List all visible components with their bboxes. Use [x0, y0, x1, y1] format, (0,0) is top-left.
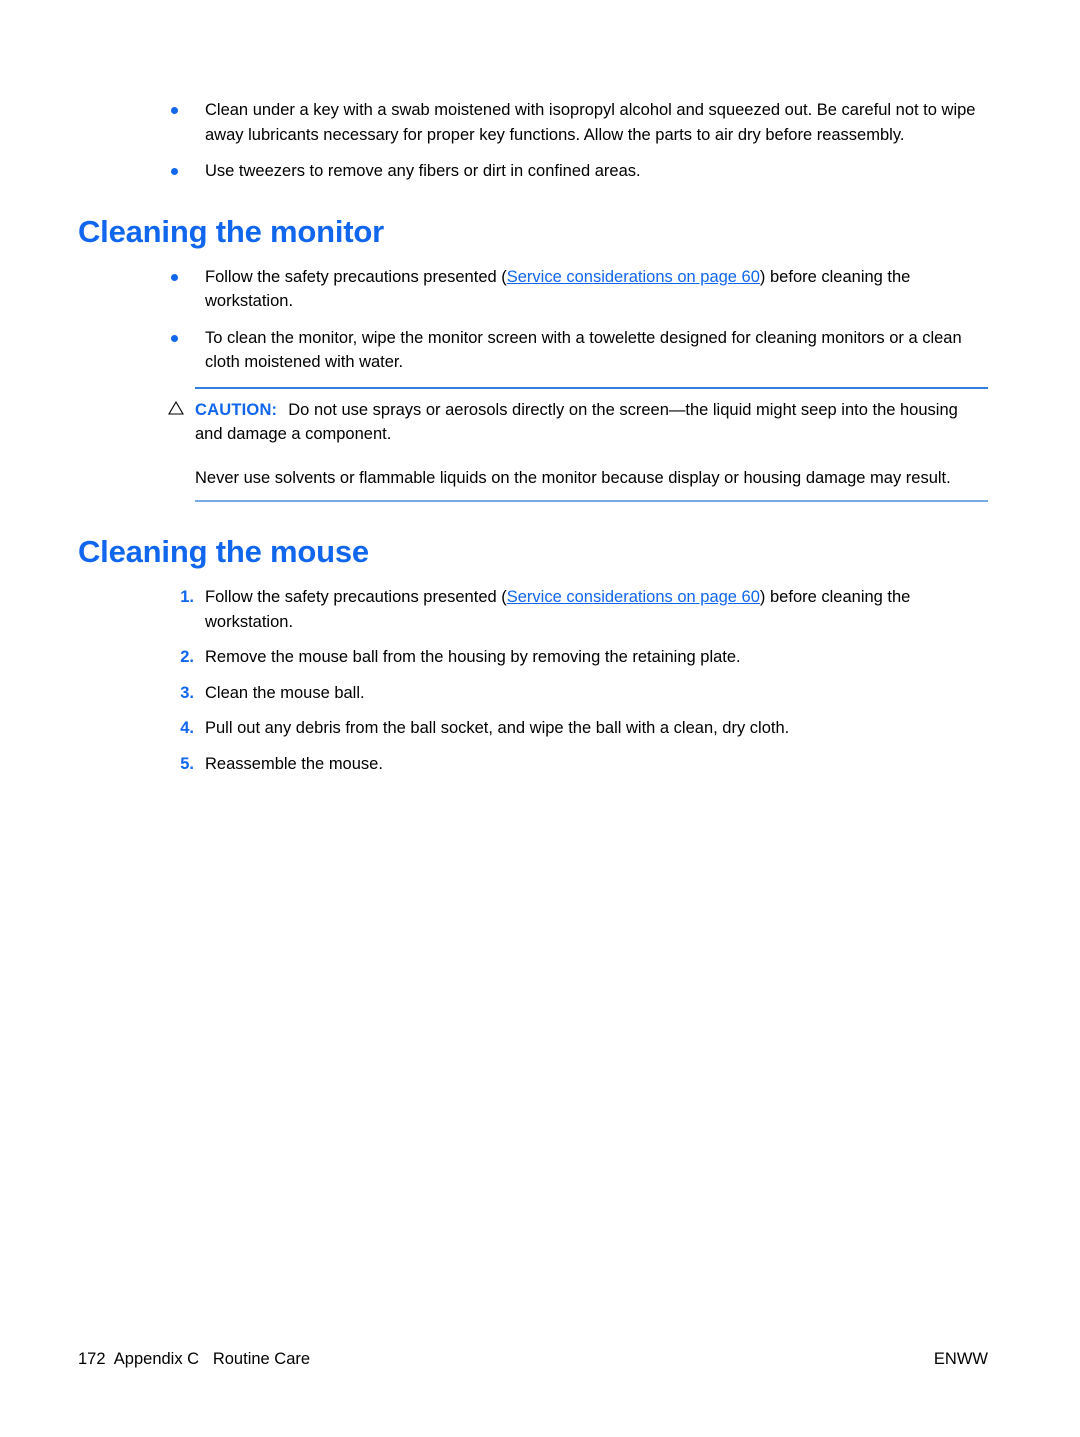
list-item-text: Reassemble the mouse. — [205, 754, 383, 773]
list-item-text-before-link: Follow the safety precautions presented … — [205, 267, 507, 286]
list-item-text: Clean under a key with a swab moistened … — [205, 101, 976, 144]
list-item-number: 4. — [180, 719, 194, 737]
list-item: 5. Reassemble the mouse. — [78, 752, 988, 777]
caution-label: CAUTION: — [195, 400, 278, 419]
list-item-text-before-link: Follow the safety precautions presented … — [205, 588, 507, 606]
bullet-dot-icon — [171, 334, 178, 342]
caution-admonition: CAUTION: Do not use sprays or aerosols di… — [168, 386, 988, 502]
list-item-number: 1. — [180, 588, 194, 606]
list-item-number: 2. — [180, 648, 194, 666]
page-content: Clean under a key with a swab moistened … — [78, 98, 988, 776]
list-item: To clean the monitor, wipe the monitor s… — [78, 326, 988, 375]
list-item: Clean under a key with a swab moistened … — [78, 98, 988, 147]
warning-triangle-icon — [168, 400, 184, 415]
list-item-number: 3. — [180, 683, 194, 702]
caution-body: CAUTION: Do not use sprays or aerosols di… — [195, 398, 988, 491]
bullet-dot-icon — [171, 168, 178, 175]
caution-paragraph-1: CAUTION: Do not use sprays or aerosols di… — [195, 398, 988, 447]
cross-reference-link[interactable]: Service considerations on page 60 — [507, 588, 760, 606]
page-footer: 172 Appendix C Routine Care ENWW — [78, 1348, 988, 1370]
section-heading-cleaning-the-monitor: Cleaning the monitor — [78, 213, 385, 249]
list-item-text: Pull out any debris from the ball socket… — [205, 719, 790, 737]
footer-breadcrumb: 172 Appendix C Routine Care — [78, 1350, 311, 1368]
list-item-text: Remove the mouse ball from the housing b… — [205, 648, 741, 666]
list-item-text: Clean the mouse ball. — [205, 683, 365, 702]
cross-reference-link[interactable]: Service considerations on page 60 — [507, 268, 760, 286]
list-item: Follow the safety precautions presented … — [78, 265, 988, 314]
monitor-bullet-list: Follow the safety precautions presented … — [78, 265, 988, 375]
list-item: 4. Pull out any debris from the ball soc… — [78, 716, 988, 741]
document-page: Clean under a key with a swab moistened … — [0, 0, 1080, 1437]
intro-bullet-list: Clean under a key with a swab moistened … — [78, 98, 988, 184]
caution-paragraph-2: Never use solvents or flammable liquids … — [195, 468, 951, 487]
list-item-text: To clean the monitor, wipe the monitor s… — [205, 328, 962, 372]
list-item: 2. Remove the mouse ball from the housin… — [78, 645, 988, 670]
footer-locale-code: ENWW — [933, 1350, 988, 1368]
caution-text: Do not use sprays or aerosols directly o… — [195, 400, 958, 444]
list-item: 1. Follow the safety precautions presente… — [78, 585, 988, 634]
bullet-dot-icon — [171, 107, 178, 114]
bullet-dot-icon — [171, 273, 178, 281]
mouse-numbered-list: 1. Follow the safety precautions presente… — [78, 585, 988, 776]
list-item: Use tweezers to remove any fibers or dir… — [78, 159, 988, 184]
section-heading-cleaning-the-mouse: Cleaning the mouse — [78, 534, 369, 569]
list-item-number: 5. — [180, 754, 194, 773]
list-item: 3. Clean the mouse ball. — [78, 681, 988, 706]
list-item-text: Use tweezers to remove any fibers or dir… — [205, 162, 641, 180]
